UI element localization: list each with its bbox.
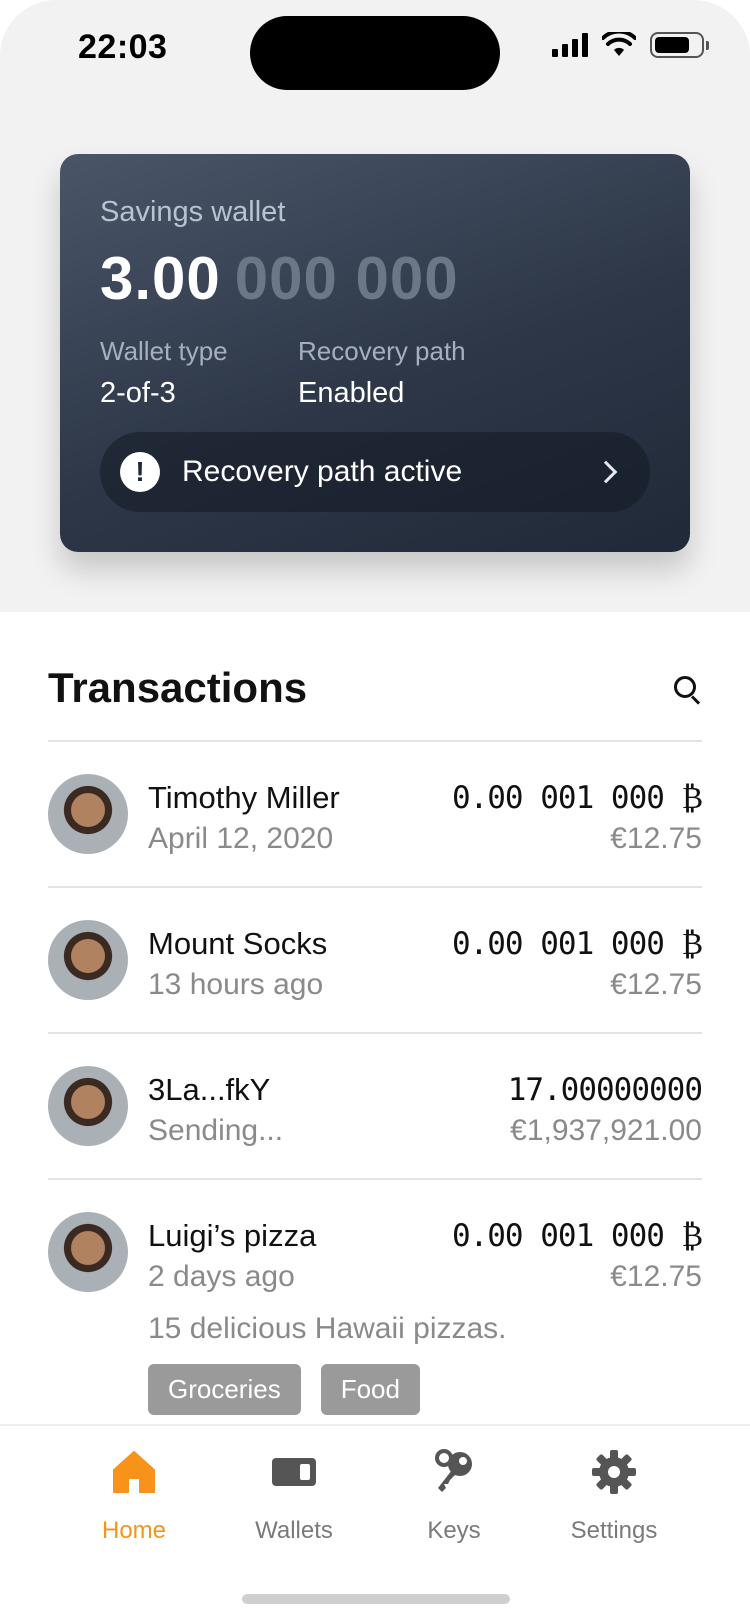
transaction-eur-amount: €1,937,921.00 [510, 1114, 702, 1147]
tab-keys[interactable]: Keys [384, 1448, 524, 1545]
transaction-btc-amount: 17.00000000 [507, 1072, 703, 1108]
transaction-tags: Groceries Food [148, 1364, 420, 1415]
wallet-icon [272, 1458, 316, 1486]
search-icon[interactable] [674, 676, 702, 705]
transaction-name: Timothy Miller [148, 780, 340, 815]
transaction-date: 2 days ago [148, 1260, 295, 1293]
wifi-icon [602, 32, 636, 56]
wallet-type: Wallet type 2-of-3 [100, 336, 228, 410]
chevron-right-icon [594, 460, 618, 484]
tab-keys-label: Keys [427, 1517, 481, 1544]
gear-icon [592, 1450, 636, 1494]
transaction-eur-amount: €12.75 [610, 822, 702, 855]
status-icons [552, 32, 709, 58]
recovery-path: Recovery path Enabled [298, 336, 466, 410]
key-icon [435, 1449, 472, 1492]
transaction-eur-amount: €12.75 [610, 968, 702, 1001]
divider [48, 1178, 702, 1180]
home-icon [113, 1451, 155, 1493]
recovery-path-value: Enabled [298, 377, 405, 409]
transaction-btc-amount: 0.00 001 000 ₿ [451, 780, 703, 816]
tab-home-label: Home [101, 1517, 167, 1544]
tab-home[interactable]: Home [64, 1448, 204, 1545]
divider [48, 740, 702, 742]
tag-food[interactable]: Food [320, 1364, 420, 1415]
dynamic-island [250, 16, 500, 90]
wallet-type-label: Wallet type [100, 336, 228, 366]
tab-wallets[interactable]: Wallets [224, 1448, 364, 1545]
transaction-note: 15 delicious Hawaii pizzas. [148, 1312, 507, 1345]
tab-wallets-label: Wallets [255, 1517, 333, 1544]
divider [48, 886, 702, 888]
tag-groceries[interactable]: Groceries [148, 1364, 301, 1415]
avatar [48, 920, 128, 1000]
transaction-status: Sending... [148, 1114, 284, 1147]
divider [48, 1032, 702, 1034]
home-indicator [242, 1594, 510, 1604]
battery-icon [650, 32, 709, 58]
tab-settings-label: Settings [570, 1517, 658, 1544]
transaction-date: April 12, 2020 [148, 822, 334, 855]
recovery-path-label: Recovery path [298, 336, 466, 366]
transaction-btc-amount: 0.00 001 000 ₿ [451, 926, 703, 962]
transaction-name: 3La...fkY [148, 1072, 271, 1107]
wallet-name: Savings wallet [100, 196, 286, 228]
avatar [48, 1212, 128, 1292]
avatar [48, 1066, 128, 1146]
balance-main: 3.00 [100, 245, 221, 312]
status-time: 22:03 [78, 28, 168, 66]
transaction-name: Mount Socks [148, 926, 328, 961]
recovery-alert-text: Recovery path active [182, 455, 463, 488]
wallet-type-value: 2-of-3 [100, 377, 176, 409]
tab-settings[interactable]: Settings [544, 1448, 684, 1545]
wallet-card[interactable]: Savings wallet 3.00 000 000 Wallet type 2… [60, 154, 690, 552]
recovery-alert-button[interactable]: ! Recovery path active [100, 432, 650, 512]
balance-dim: 000 000 [234, 245, 459, 312]
wallet-balance: 3.00 000 000 [100, 244, 459, 313]
exclamation-icon: ! [120, 452, 160, 492]
transaction-date: 13 hours ago [148, 968, 324, 1001]
transaction-name: Luigi’s pizza [148, 1218, 317, 1253]
transactions-title: Transactions [48, 664, 308, 711]
transaction-btc-amount: 0.00 001 000 ₿ [451, 1218, 703, 1254]
avatar [48, 774, 128, 854]
transaction-eur-amount: €12.75 [610, 1260, 702, 1293]
cellular-signal-icon [552, 33, 588, 57]
